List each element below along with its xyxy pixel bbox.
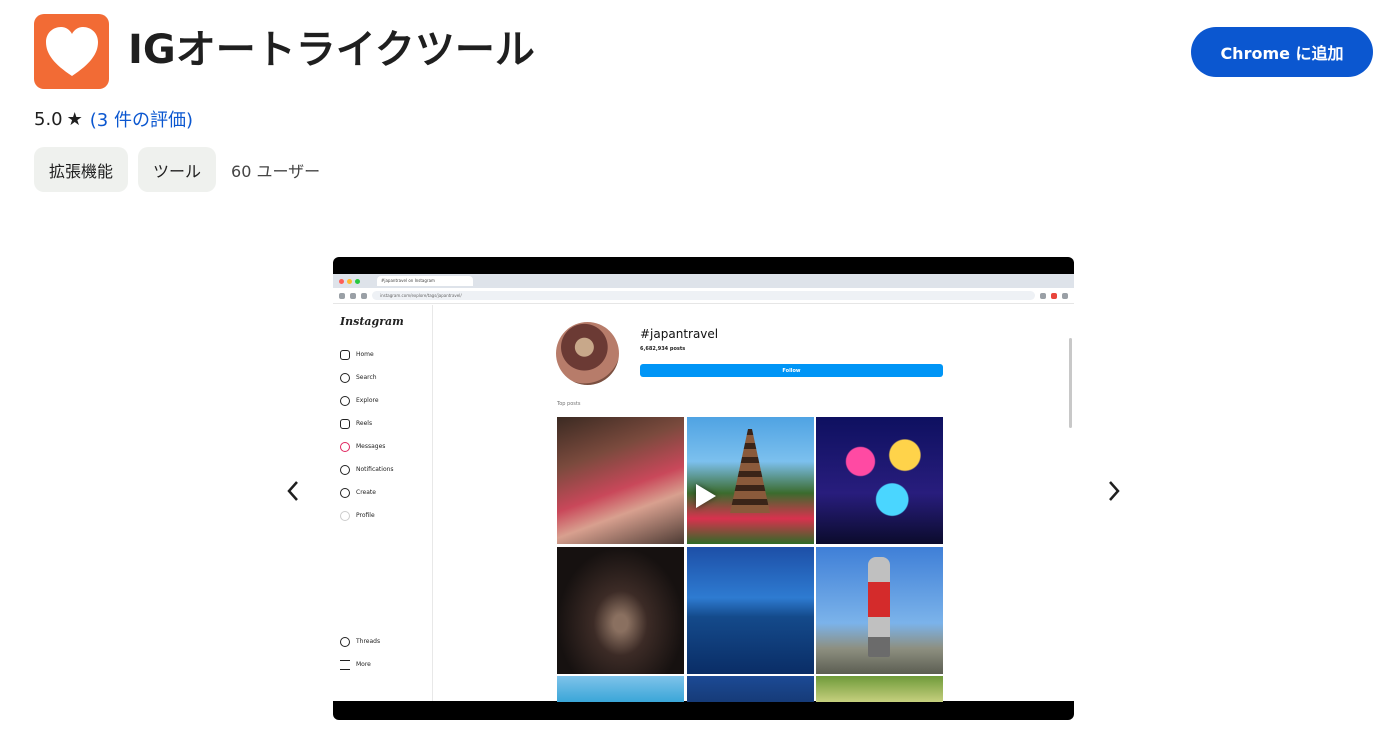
add-to-chrome-button[interactable]: Chrome に追加	[1191, 27, 1373, 77]
browser-tabbar: #japantravel on Instagram	[333, 274, 1074, 288]
ig-logo: Instagram	[340, 315, 404, 328]
home-icon	[340, 349, 350, 360]
ig-nav-label: Home	[356, 351, 374, 358]
carousel-next-button[interactable]	[1102, 478, 1126, 504]
category-chips: 拡張機能 ツール 60 ユーザー	[34, 147, 320, 192]
bookmark-icon	[1040, 292, 1046, 299]
create-icon	[340, 487, 350, 498]
ig-main: #japantravel 6,682,934 posts Follow Top …	[433, 305, 1074, 702]
follow-button: Follow	[640, 364, 943, 377]
reels-icon	[340, 418, 350, 429]
heart-icon	[45, 26, 98, 76]
window-min-dot	[347, 278, 352, 284]
rating-score: 5.0	[34, 108, 63, 130]
ig-nav: Home Search Explore Reels Messages Notif…	[340, 343, 394, 527]
app-icon	[34, 14, 109, 89]
post-thumbnail	[686, 546, 814, 674]
page-title: IGオートライクツール	[128, 27, 535, 73]
ig-nav-label: Explore	[356, 397, 379, 404]
ratings-count-link[interactable]: (3 件の評価)	[90, 106, 193, 132]
hamburger-icon	[340, 659, 350, 670]
ig-nav-label: Messages	[356, 443, 386, 450]
reload-icon	[361, 292, 367, 299]
hashtag-title: #japantravel	[640, 327, 719, 341]
url-field: instagram.com/explore/tags/japantravel/	[372, 291, 1035, 300]
post-thumbnail	[557, 546, 684, 674]
ig-nav-item: Notifications	[340, 458, 394, 481]
ig-nav-label: Search	[356, 374, 377, 381]
search-icon	[340, 372, 350, 383]
browser-tab: #japantravel on Instagram	[377, 276, 473, 286]
post-thumbnail	[686, 417, 814, 544]
post-thumbnail	[557, 417, 684, 544]
menu-icon	[1062, 292, 1068, 299]
ig-nav-label: Notifications	[356, 466, 394, 473]
ig-nav-item: Threads	[340, 630, 380, 653]
pagoda-image	[730, 429, 770, 513]
address-bar: instagram.com/explore/tags/japantravel/	[333, 288, 1074, 304]
ig-nav-label: Create	[356, 489, 376, 496]
ig-nav-item: Home	[340, 343, 394, 366]
compass-icon	[340, 395, 350, 406]
posts-count: 6,682,934 posts	[640, 346, 686, 352]
ig-nav-label: Threads	[356, 638, 381, 645]
ig-nav-label: More	[356, 661, 371, 668]
post-thumbnail	[816, 676, 943, 702]
ig-nav-item: Messages	[340, 435, 394, 458]
heart-outline-icon	[340, 464, 350, 475]
screenshot-carousel[interactable]: #japantravel on Instagram instagram.com/…	[333, 257, 1074, 720]
ig-nav-item: Create	[340, 481, 394, 504]
chevron-left-icon	[287, 481, 298, 501]
ig-nav-item: Profile	[340, 504, 394, 527]
extension-icon	[1051, 292, 1057, 299]
ig-nav-label: Profile	[356, 512, 375, 519]
carousel-prev-button[interactable]	[281, 478, 305, 504]
user-count: 60 ユーザー	[231, 161, 321, 181]
ig-nav-item: Explore	[340, 389, 394, 412]
post-thumbnail	[816, 417, 943, 544]
ig-nav-bottom: Threads More	[340, 630, 380, 676]
section-label: Top posts	[557, 401, 581, 407]
chip-tools[interactable]: ツール	[138, 147, 217, 192]
ig-nav-label: Reels	[356, 420, 373, 427]
forward-icon	[350, 292, 356, 299]
ig-nav-item: More	[340, 653, 380, 676]
post-thumbnail	[816, 546, 943, 674]
star-icon: ★	[66, 108, 83, 130]
window-max-dot	[355, 278, 360, 284]
rating: 5.0 ★ (3 件の評価)	[34, 106, 193, 132]
threads-icon	[340, 636, 350, 647]
ig-sidebar: Instagram Home Search Explore Reels Mess…	[333, 305, 433, 701]
profile-icon	[340, 510, 350, 521]
chip-extension[interactable]: 拡張機能	[34, 147, 129, 192]
window-close-dot	[339, 278, 344, 284]
hashtag-avatar	[556, 322, 619, 385]
messages-icon	[340, 441, 350, 452]
post-thumbnail	[557, 676, 684, 702]
statue-image	[868, 556, 890, 657]
post-grid	[557, 417, 943, 702]
post-thumbnail	[686, 676, 814, 702]
play-icon[interactable]	[696, 484, 716, 508]
scrollbar	[1069, 338, 1072, 428]
ig-nav-item: Reels	[340, 412, 394, 435]
back-icon	[339, 292, 345, 299]
ig-nav-item: Search	[340, 366, 394, 389]
chevron-right-icon	[1109, 481, 1120, 501]
